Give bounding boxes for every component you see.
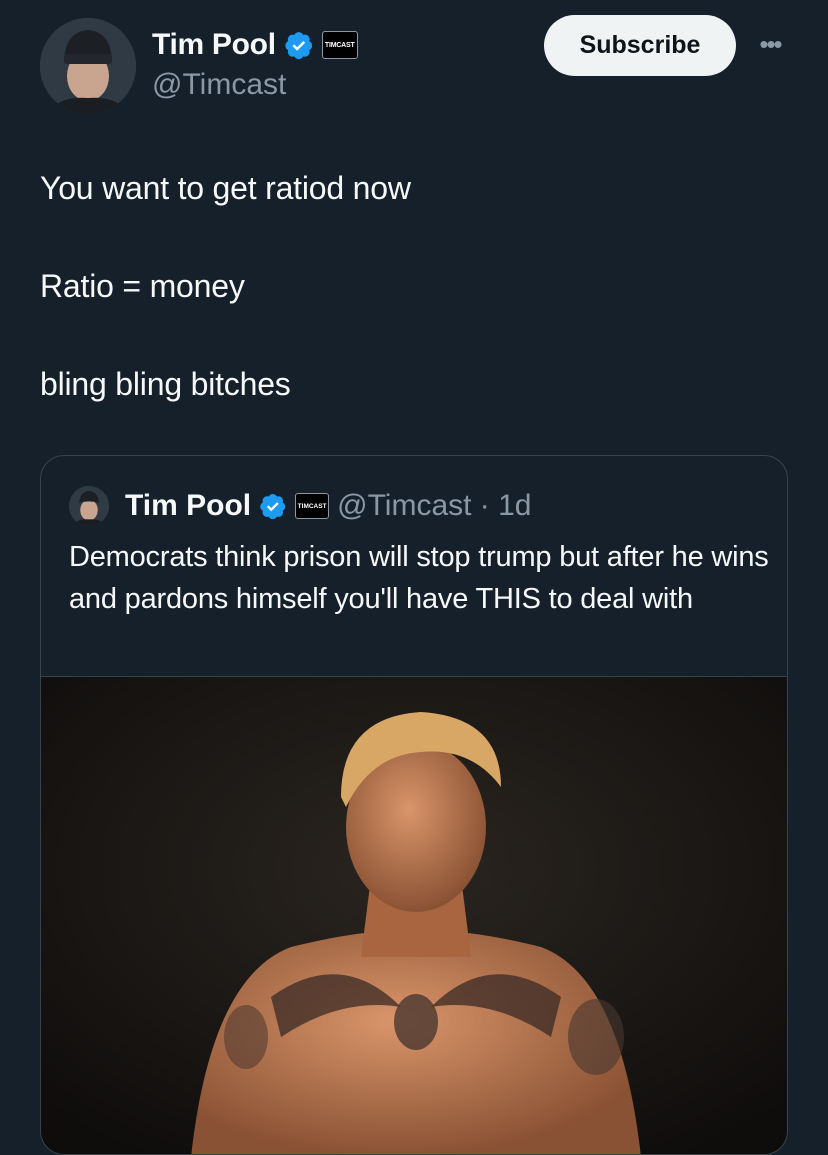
verified-badge-icon — [285, 32, 312, 60]
quoted-text: Democrats think prison will stop trump b… — [69, 541, 769, 615]
quoted-handle-time: @Timcast · 1d — [337, 489, 532, 522]
quoted-header: Tim Pool TIMCAST @Timcast · 1d — [69, 486, 532, 526]
affiliate-badge[interactable]: TIMCAST — [321, 31, 358, 59]
subscribe-button[interactable]: Subscribe — [544, 15, 736, 76]
tweet-line: You want to get ratiod now — [40, 170, 411, 206]
author-handle[interactable]: @Timcast — [152, 68, 286, 102]
quoted-author-name: Tim Pool — [125, 489, 252, 522]
verified-badge-icon — [260, 493, 286, 520]
avatar-image — [40, 18, 136, 114]
portrait-image — [41, 677, 787, 1154]
quoted-tweet[interactable]: Tim Pool TIMCAST @Timcast · 1d Democrats… — [40, 455, 788, 1155]
avatar-image — [69, 486, 109, 526]
tweet-text: You want to get ratiod now Ratio = money… — [40, 168, 800, 462]
author-name-row: Tim Pool TIMCAST — [152, 28, 358, 62]
tweet-header: Tim Pool TIMCAST @Timcast Subscribe ••• — [0, 0, 828, 130]
author-avatar[interactable] — [40, 18, 136, 114]
affiliate-badge: TIMCAST — [295, 493, 330, 519]
tweet-line: bling bling bitches — [40, 366, 291, 402]
author-name[interactable]: Tim Pool — [152, 28, 276, 62]
quoted-media-image[interactable] — [41, 676, 787, 1154]
more-options-icon[interactable]: ••• — [752, 31, 788, 57]
quoted-avatar — [69, 486, 109, 526]
tweet-line: Ratio = money — [40, 268, 245, 304]
